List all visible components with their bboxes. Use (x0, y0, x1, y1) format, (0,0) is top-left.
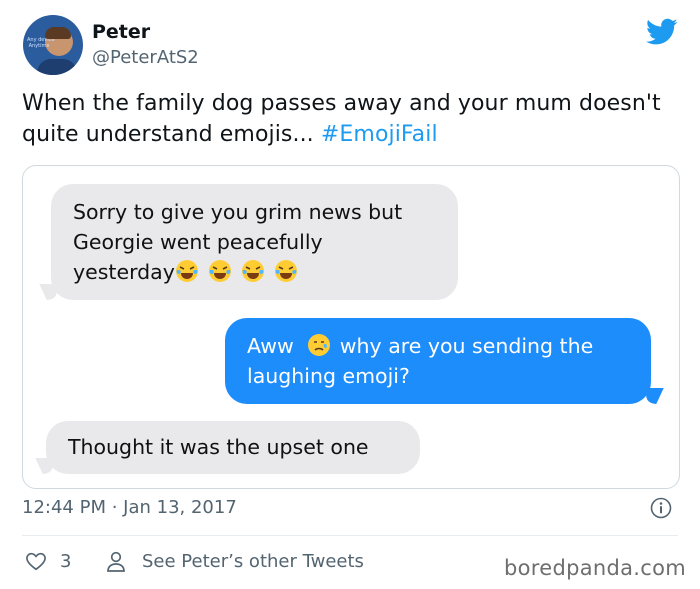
tweet-text: When the family dog passes away and your… (22, 88, 682, 150)
heart-icon[interactable] (25, 550, 47, 572)
watermark: boredpanda.com (504, 556, 687, 580)
tweet-timestamp[interactable]: 12:44 PM · Jan 13, 2017 (22, 497, 237, 518)
avatar[interactable]: Any device Anytime (23, 15, 83, 75)
crying-face-emoji-icon (307, 334, 330, 356)
message-text-line: yesterday (73, 257, 436, 287)
avatar-hair (45, 27, 71, 39)
message-text: laughing emoji? (247, 364, 410, 388)
info-icon[interactable] (650, 497, 672, 519)
see-other-tweets-link[interactable]: See Peter’s other Tweets (142, 551, 364, 572)
author-name[interactable]: Peter (92, 21, 150, 43)
message-text: Thought it was the upset one (68, 435, 369, 459)
message-text-line: Aww why are you sending the (247, 331, 629, 361)
message-bubble-sent: Aww why are you sending the laughing emo… (225, 318, 651, 404)
message-bubble-received: Thought it was the upset one (46, 421, 420, 474)
message-text: Sorry to give you grim news but (73, 200, 403, 224)
author-handle[interactable]: @PeterAtS2 (92, 47, 199, 68)
user-icon[interactable] (106, 551, 126, 573)
avatar-shirt (37, 59, 77, 75)
conversation-image[interactable]: Sorry to give you grim news but Georgie … (22, 165, 680, 489)
message-text: Georgie went peacefully (73, 230, 323, 254)
laughing-crying-emoji-icon (175, 260, 198, 282)
laughing-crying-emoji-icon (208, 260, 231, 282)
message-text: Aww (247, 334, 294, 358)
message-text: why are you sending the (339, 334, 594, 358)
like-count: 3 (60, 551, 72, 572)
message-bubble-received: Sorry to give you grim news but Georgie … (51, 184, 458, 300)
message-text: yesterday (73, 260, 175, 284)
twitter-bird-icon[interactable] (646, 18, 678, 46)
laughing-crying-emoji-icon (274, 260, 297, 282)
hashtag-link[interactable]: #EmojiFail (321, 122, 438, 147)
divider (22, 535, 678, 536)
laughing-crying-emoji-icon (241, 260, 264, 282)
